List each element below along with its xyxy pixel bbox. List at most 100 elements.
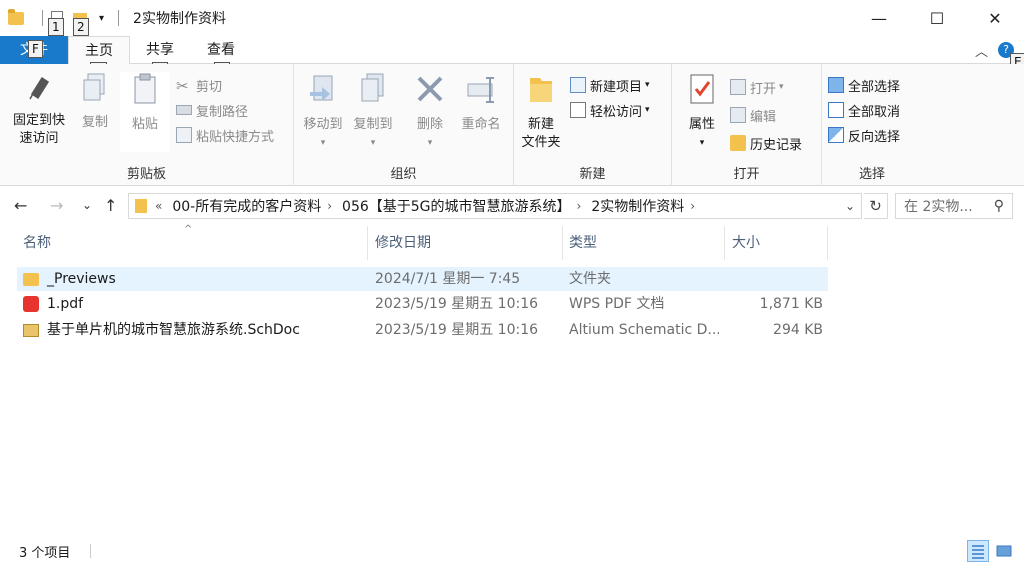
file-row[interactable]: 基于单片机的城市智慧旅游系统.SchDoc 2023/5/19 星期五 10:1… [17, 318, 828, 342]
file-type: Altium Schematic D... [569, 322, 719, 338]
pin-to-quick-access-button[interactable]: 固定到快 速访问 [6, 72, 72, 148]
file-size: 1,871 KB [759, 296, 823, 312]
cut-label: 剪切 [196, 79, 223, 95]
collapse-ribbon-icon[interactable]: ︿ [975, 41, 988, 60]
copy-to-button[interactable]: 复制到 ▾ [350, 72, 396, 152]
close-button[interactable]: ✕ [966, 0, 1024, 36]
paste-icon [134, 73, 156, 104]
column-date-modified[interactable]: 修改日期 [369, 226, 563, 260]
delete-dropdown-icon[interactable]: ▾ [410, 134, 450, 152]
properties-button[interactable]: 属性 ▾ [680, 72, 724, 152]
breadcrumb-separator-icon[interactable]: › [327, 199, 332, 213]
properties-dropdown-icon[interactable]: ▾ [680, 134, 724, 152]
address-bar[interactable]: « 00-所有完成的客户资料 › 056【基于5G的城市智慧旅游系统】 › 2实… [128, 193, 862, 219]
open-label: 打开 [750, 81, 777, 97]
navigation-bar: ← → ⌄ ↑ « 00-所有完成的客户资料 › 056【基于5G的城市智慧旅游… [0, 186, 1024, 226]
tab-share[interactable]: 共享 [130, 36, 190, 64]
forward-button[interactable]: → [50, 196, 63, 215]
column-name[interactable]: 名称 [17, 226, 368, 260]
column-size[interactable]: 大小 [726, 226, 828, 260]
new-folder-label-line2: 文件夹 [521, 135, 561, 150]
history-icon [730, 135, 746, 151]
rename-button[interactable]: 重命名 [456, 72, 506, 134]
copy-path-label: 复制路径 [196, 104, 249, 120]
schdoc-icon [23, 323, 39, 337]
maximize-button[interactable]: ☐ [908, 0, 966, 36]
minimize-button[interactable]: — [850, 0, 908, 36]
back-button[interactable]: ← [14, 196, 27, 215]
open-group: 属性 ▾ 打开 ▾ 编辑 历史记录 打开 [672, 64, 822, 186]
new-item-button[interactable]: 新建项目 ▾ [570, 74, 650, 96]
large-icons-view-icon [996, 545, 1012, 557]
new-folder-button[interactable]: 新建 文件夹 [518, 72, 564, 152]
address-dropdown-icon[interactable]: ⌄ [845, 199, 855, 213]
paste-button[interactable]: 粘贴 [120, 72, 170, 152]
ribbon: 固定到快 速访问 复制 粘贴 ✂ 剪切 复制路径 粘贴快捷方式 剪贴板 移动到 [0, 64, 1024, 186]
search-placeholder: 在 2实物... [904, 199, 973, 215]
file-row[interactable]: _Previews 2024/7/1 星期一 7:45 文件夹 [17, 267, 828, 291]
details-view-button[interactable] [967, 540, 989, 562]
breadcrumb-item[interactable]: 2实物制作资料 [591, 196, 684, 216]
breadcrumb-separator-icon[interactable]: › [577, 199, 582, 213]
copy-button[interactable]: 复制 [76, 72, 114, 132]
delete-label: 删除 [416, 117, 443, 132]
large-icons-view-button[interactable] [993, 540, 1015, 562]
breadcrumb-item[interactable]: 056【基于5G的城市智慧旅游系统】 [342, 196, 570, 216]
invert-selection-icon [828, 127, 844, 143]
select-all-button[interactable]: 全部选择 [828, 74, 900, 96]
clipboard-group: 固定到快 速访问 复制 粘贴 ✂ 剪切 复制路径 粘贴快捷方式 剪贴板 [0, 64, 294, 186]
move-to-button[interactable]: 移动到 ▾ [300, 72, 346, 152]
keytip-file: F [28, 40, 43, 58]
file-name: 基于单片机的城市智慧旅游系统.SchDoc [47, 322, 300, 338]
copy-to-dropdown-icon[interactable]: ▾ [350, 134, 396, 152]
keytip-1: 1 [48, 18, 64, 36]
tab-home[interactable]: 主页 [68, 36, 130, 65]
folder-icon [23, 272, 39, 286]
tab-view[interactable]: 查看 [190, 36, 252, 64]
properties-icon [690, 74, 714, 104]
rename-icon [467, 77, 494, 103]
delete-button[interactable]: 删除 ▾ [410, 72, 450, 152]
copy-path-icon [176, 105, 192, 115]
file-type: WPS PDF 文档 [569, 296, 665, 312]
copy-to-label: 复制到 [353, 117, 393, 132]
file-size: 294 KB [773, 322, 823, 338]
copy-path-button[interactable]: 复制路径 [176, 99, 248, 121]
move-to-label: 移动到 [303, 117, 343, 132]
column-header: ^ 名称 修改日期 类型 大小 [0, 224, 1024, 260]
recent-locations-button[interactable]: ⌄ [82, 198, 92, 212]
easy-access-button[interactable]: 轻松访问 ▾ [570, 99, 650, 121]
refresh-button[interactable]: ↻ [864, 193, 888, 219]
select-group: 全部选择 全部取消 反向选择 选择 [822, 64, 922, 186]
file-name: _Previews [47, 271, 116, 287]
open-icon [730, 79, 746, 95]
invert-selection-button[interactable]: 反向选择 [828, 124, 900, 146]
file-date: 2023/5/19 星期五 10:16 [375, 296, 539, 312]
select-none-icon [828, 102, 844, 118]
search-input[interactable]: 在 2实物... ⚲ [895, 193, 1013, 219]
file-type: 文件夹 [569, 271, 611, 287]
overflow-chevron-icon[interactable]: « [155, 199, 162, 213]
item-count: 3 个项目 [19, 546, 71, 561]
paste-shortcut-button[interactable]: 粘贴快捷方式 [176, 124, 274, 146]
select-none-button[interactable]: 全部取消 [828, 99, 900, 121]
cut-button[interactable]: ✂ 剪切 [176, 74, 222, 96]
edit-button[interactable]: 编辑 [730, 104, 776, 126]
breadcrumb-item[interactable]: 00-所有完成的客户资料 [172, 196, 321, 216]
history-button[interactable]: 历史记录 [730, 132, 802, 154]
move-to-icon [310, 75, 333, 101]
new-folder-icon [530, 78, 552, 102]
breadcrumb-separator-icon[interactable]: › [690, 199, 695, 213]
file-row[interactable]: 1.pdf 2023/5/19 星期五 10:16 WPS PDF 文档 1,8… [17, 292, 828, 316]
move-to-dropdown-icon[interactable]: ▾ [300, 134, 346, 152]
column-type[interactable]: 类型 [563, 226, 725, 260]
easy-access-dropdown-icon: ▾ [645, 105, 650, 115]
pin-label-line1: 固定到快 [12, 113, 65, 128]
open-button[interactable]: 打开 ▾ [730, 76, 784, 98]
file-date: 2024/7/1 星期一 7:45 [375, 271, 521, 287]
up-button[interactable]: ↑ [104, 196, 117, 215]
open-group-label: 打开 [733, 167, 760, 182]
customize-quick-access-icon[interactable]: ▾ [99, 13, 104, 24]
select-none-label: 全部取消 [848, 104, 901, 120]
invert-selection-label: 反向选择 [848, 129, 901, 145]
